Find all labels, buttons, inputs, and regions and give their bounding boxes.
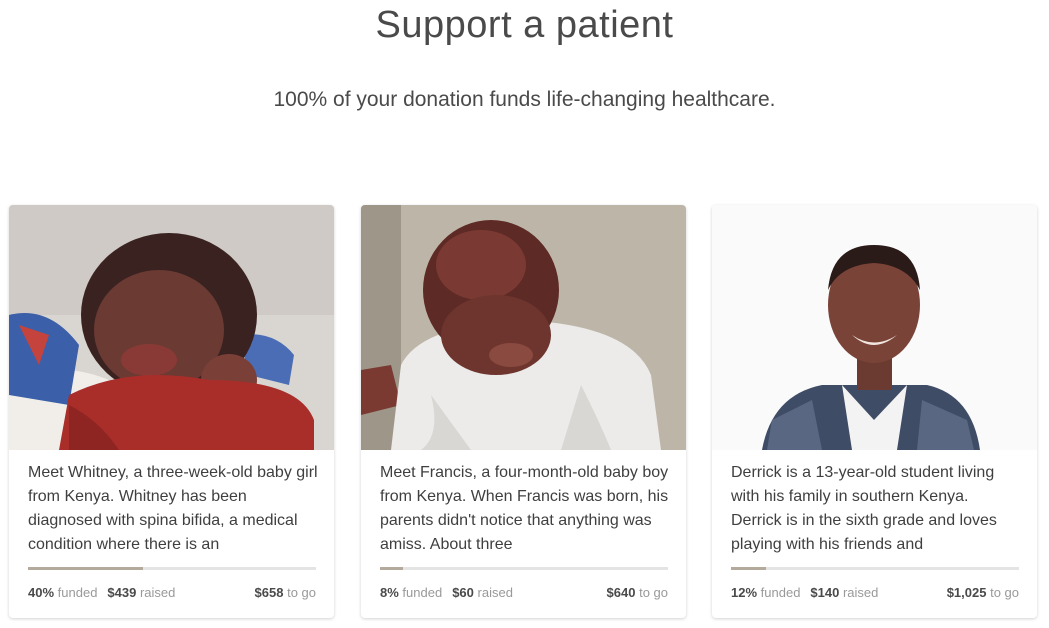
funded-label: funded xyxy=(402,585,443,600)
patient-description: Meet Francis, a four-month-old baby boy … xyxy=(380,464,669,553)
funded-percent: 40% xyxy=(28,585,55,600)
to-go-amount: $1,025 xyxy=(946,585,987,600)
patient-photo[interactable] xyxy=(361,205,686,450)
funded-percent: 12% xyxy=(731,585,758,600)
to-go-label: to go xyxy=(990,585,1019,600)
raised-label: raised xyxy=(477,585,513,600)
raised-amount: $439 xyxy=(107,585,137,600)
patient-card-derrick[interactable]: Derrick is a 13-year-old student living … xyxy=(712,205,1037,618)
patient-photo[interactable] xyxy=(9,205,334,450)
raised-label: raised xyxy=(139,585,176,600)
to-go-amount: $658 xyxy=(254,585,284,600)
funding-progress-bar xyxy=(380,567,668,570)
funding-stats: 8% funded $60 raised $640 to go xyxy=(380,585,668,600)
patient-card-francis[interactable]: Meet Francis, a four-month-old baby boy … xyxy=(361,205,686,618)
funded-label: funded xyxy=(760,585,801,600)
page-subtitle: 100% of your donation funds life-changin… xyxy=(273,88,776,111)
to-go-label: to go xyxy=(639,585,668,600)
funding-progress-bar xyxy=(731,567,1019,570)
funded-percent: 8% xyxy=(380,585,399,600)
to-go-label: to go xyxy=(287,585,316,600)
funding-stats: 12% funded $140 raised $1,025 to go xyxy=(731,585,1019,600)
patient-description: Derrick is a 13-year-old student living … xyxy=(731,464,997,553)
funding-progress-fill xyxy=(380,567,404,570)
funding-progress-bar xyxy=(28,567,316,570)
funding-progress-fill xyxy=(731,567,766,570)
funding-stats: 40% funded $439 raised $658 to go xyxy=(28,585,316,600)
funding-progress-fill xyxy=(28,567,144,570)
to-go-amount: $640 xyxy=(606,585,636,600)
patient-photo[interactable] xyxy=(712,205,1037,450)
raised-label: raised xyxy=(842,585,879,600)
page-title: Support a patient xyxy=(375,4,674,46)
patient-description: Meet Whitney, a three-week-old baby girl… xyxy=(28,464,318,553)
patient-card-whitney[interactable]: Meet Whitney, a three-week-old baby girl… xyxy=(9,205,334,618)
funded-label: funded xyxy=(57,585,98,600)
raised-amount: $140 xyxy=(810,585,840,600)
raised-amount: $60 xyxy=(452,585,474,600)
